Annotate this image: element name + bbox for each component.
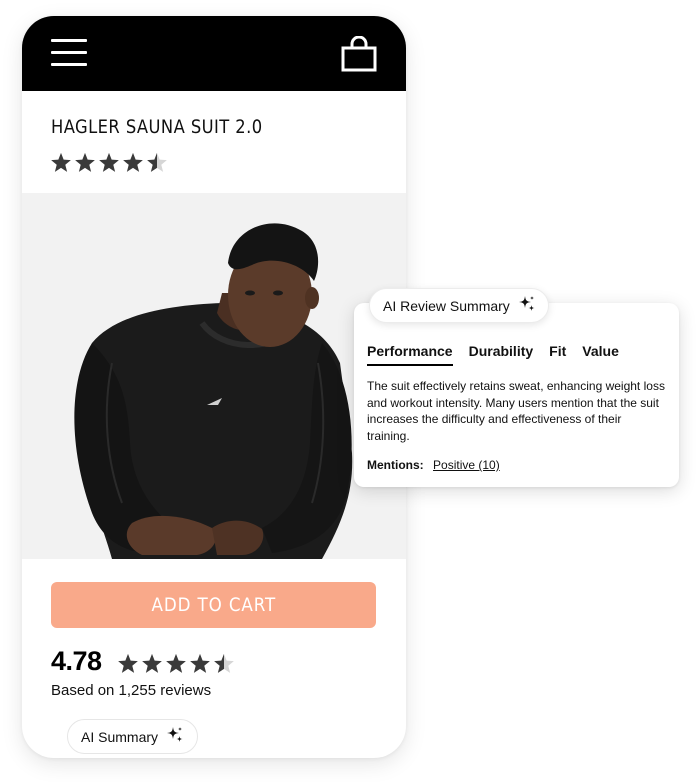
tab-fit[interactable]: Fit bbox=[549, 343, 566, 366]
review-rating-stars bbox=[117, 653, 235, 674]
tab-performance[interactable]: Performance bbox=[367, 343, 453, 366]
star-icon bbox=[165, 653, 187, 674]
sparkle-icon bbox=[518, 295, 536, 316]
summary-text: The suit effectively retains sweat, enha… bbox=[367, 379, 665, 443]
mentions-row: Mentions: Positive (10) bbox=[367, 458, 500, 472]
ai-review-summary-pill: AI Review Summary bbox=[369, 288, 549, 323]
hamburger-menu-icon[interactable] bbox=[51, 39, 87, 67]
add-to-cart-button[interactable]: ADD TO CART bbox=[51, 582, 376, 628]
mentions-positive-link[interactable]: Positive (10) bbox=[433, 458, 500, 472]
tab-durability[interactable]: Durability bbox=[469, 343, 534, 366]
product-rating-stars bbox=[50, 152, 168, 173]
star-icon bbox=[189, 653, 211, 674]
star-icon bbox=[50, 152, 72, 173]
star-icon bbox=[122, 152, 144, 173]
shopping-bag-icon[interactable] bbox=[340, 35, 378, 72]
top-bar bbox=[22, 16, 406, 91]
ai-summary-button[interactable]: AI Summary bbox=[67, 719, 198, 754]
review-count: Based on 1,255 reviews bbox=[51, 682, 212, 699]
summary-tabs: Performance Durability Fit Value bbox=[367, 343, 635, 366]
ai-summary-label: AI Summary bbox=[81, 728, 159, 745]
half-star-icon bbox=[146, 152, 168, 173]
ai-review-summary-card: Performance Durability Fit Value The sui… bbox=[354, 303, 679, 487]
product-title: HAGLER SAUNA SUIT 2.0 bbox=[51, 116, 263, 138]
average-rating: 4.78 bbox=[51, 646, 102, 676]
half-star-icon bbox=[213, 653, 235, 674]
sparkle-icon bbox=[166, 726, 184, 747]
star-icon bbox=[141, 653, 163, 674]
product-image bbox=[22, 193, 406, 559]
tab-value[interactable]: Value bbox=[582, 343, 619, 366]
star-icon bbox=[98, 152, 120, 173]
ai-review-summary-label: AI Review Summary bbox=[383, 297, 510, 314]
star-icon bbox=[117, 653, 139, 674]
phone-frame: HAGLER SAUNA SUIT 2.0 ADD TO CART 4.78 B… bbox=[22, 16, 406, 758]
star-icon bbox=[74, 152, 96, 173]
mentions-label: Mentions: bbox=[367, 458, 424, 472]
